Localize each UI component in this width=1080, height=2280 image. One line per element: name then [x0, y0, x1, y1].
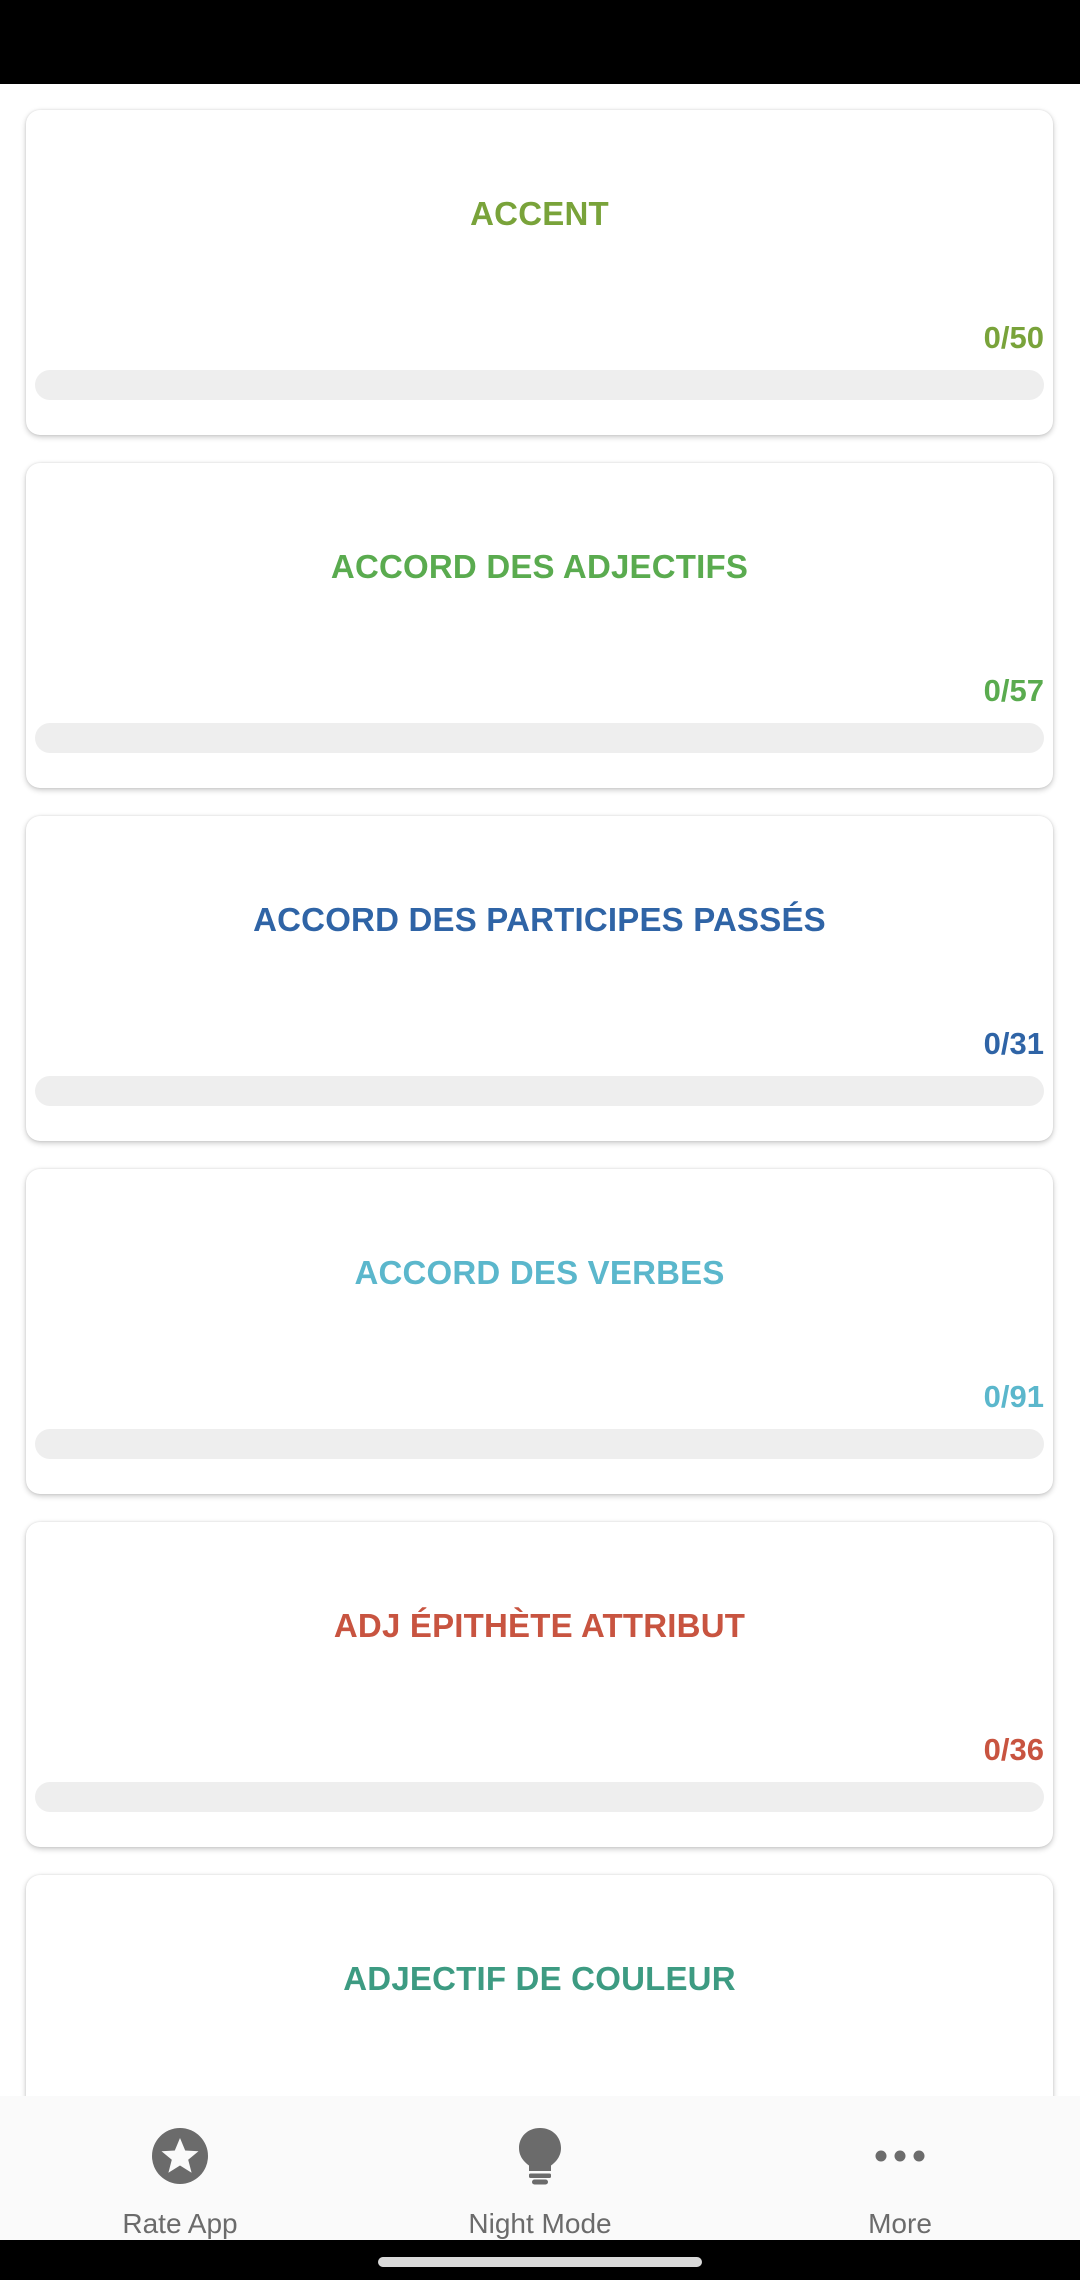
- category-progress-count: 0/57: [983, 673, 1044, 708]
- bottom-navigation: Rate App Night Mode More: [0, 2096, 1080, 2240]
- category-progress-count: 0/31: [983, 1026, 1044, 1061]
- category-title: ACCORD DES ADJECTIFS: [330, 548, 749, 585]
- night-mode-button[interactable]: Night Mode: [360, 2096, 720, 2240]
- lightbulb-icon: [510, 2126, 570, 2186]
- rate-app-label: Rate App: [122, 2208, 238, 2239]
- category-card[interactable]: ACCORD DES PARTICIPES PASSÉS 0/31: [26, 816, 1053, 1141]
- category-list[interactable]: ACCENT 0/50 ACCORD DES ADJECTIFS 0/57 AC…: [0, 84, 1080, 2096]
- category-progress-bar: [35, 1429, 1044, 1459]
- category-progress-bar: [35, 723, 1044, 753]
- category-progress-bar: [35, 1076, 1044, 1106]
- more-icon: [870, 2126, 930, 2186]
- category-card[interactable]: ADJECTIF DE COULEUR: [26, 1875, 1053, 2096]
- category-title: ACCORD DES VERBES: [354, 1254, 725, 1291]
- category-progress-count: 0/91: [983, 1379, 1044, 1414]
- category-card[interactable]: ADJ ÉPITHÈTE ATTRIBUT 0/36: [26, 1522, 1053, 1847]
- category-progress-bar: [35, 370, 1044, 400]
- more-button[interactable]: More: [720, 2096, 1080, 2240]
- category-progress-bar: [35, 1782, 1044, 1812]
- more-label: More: [868, 2208, 932, 2239]
- category-card[interactable]: ACCENT 0/50: [26, 110, 1053, 435]
- home-gesture-handle[interactable]: [378, 2257, 702, 2267]
- category-card[interactable]: ACCORD DES VERBES 0/91: [26, 1169, 1053, 1494]
- category-progress-count: 0/36: [983, 1732, 1044, 1767]
- category-title: ADJECTIF DE COULEUR: [343, 1960, 736, 1997]
- status-bar: [0, 0, 1080, 84]
- night-mode-label: Night Mode: [468, 2208, 612, 2239]
- category-title: ACCORD DES PARTICIPES PASSÉS: [253, 901, 826, 938]
- category-title: ACCENT: [470, 195, 609, 232]
- category-card[interactable]: ACCORD DES ADJECTIFS 0/57: [26, 463, 1053, 788]
- rate-app-button[interactable]: Rate App: [0, 2096, 360, 2240]
- star-icon: [150, 2126, 210, 2186]
- category-title: ADJ ÉPITHÈTE ATTRIBUT: [333, 1607, 746, 1644]
- gesture-navigation-bar: [0, 2240, 1080, 2280]
- category-progress-count: 0/50: [983, 320, 1044, 355]
